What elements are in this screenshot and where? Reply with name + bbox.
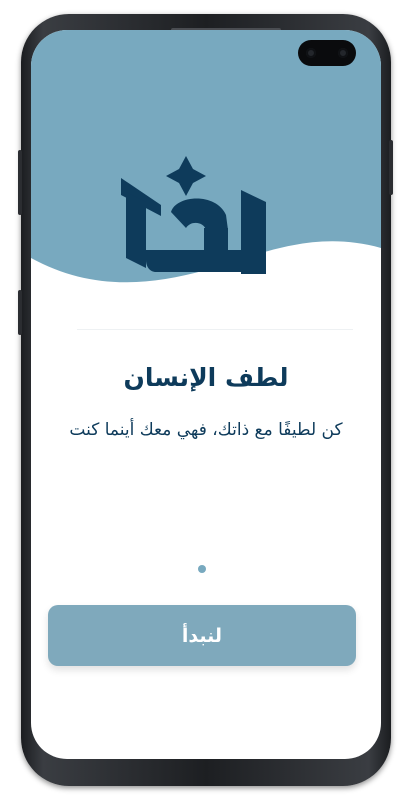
page-title: لطف الإنسان	[123, 363, 289, 392]
power-button	[389, 140, 393, 195]
divider	[77, 329, 353, 330]
volume-button	[18, 150, 22, 215]
brand-logo-icon	[121, 156, 266, 274]
start-button[interactable]: لنبدأ	[48, 605, 356, 666]
page-indicator-dot	[198, 565, 206, 573]
front-camera	[298, 40, 356, 66]
hero-header	[31, 30, 381, 330]
volume-down-button	[18, 290, 22, 335]
page-subtitle: كن لطيفًا مع ذاتك، فهي معك أينما كنت	[69, 420, 343, 440]
app-screen: لطف الإنسان كن لطيفًا مع ذاتك، فهي معك أ…	[31, 30, 381, 759]
